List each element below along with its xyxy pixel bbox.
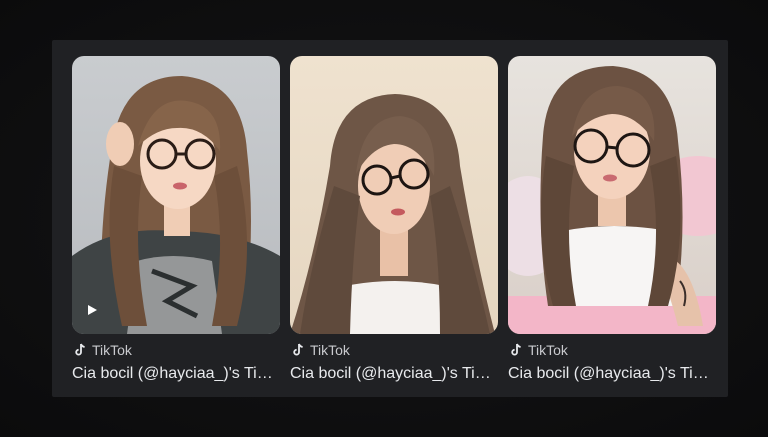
- tiktok-icon: [290, 342, 306, 358]
- result-card[interactable]: TikTok Cia bocil (@hayciaa_)'s TikTok: [508, 56, 716, 386]
- source-label: TikTok: [92, 342, 132, 358]
- photo-girl-glasses-white-top: [290, 56, 498, 334]
- photo-girl-glasses-bedroom: [508, 56, 716, 334]
- result-source: TikTok: [508, 342, 716, 358]
- result-title-link[interactable]: Cia bocil (@hayciaa_)'s TikTok: [290, 365, 495, 383]
- result-thumbnail[interactable]: [72, 56, 280, 334]
- image-results-panel: TikTok Cia bocil (@hayciaa_)'s TikTok Ti…: [52, 40, 728, 397]
- result-source: TikTok: [72, 342, 280, 358]
- tiktok-icon: [508, 342, 524, 358]
- source-label: TikTok: [310, 342, 350, 358]
- tiktok-icon: [72, 342, 88, 358]
- play-icon: [88, 305, 97, 315]
- result-title-link[interactable]: Cia bocil (@hayciaa_)'s TikTok: [72, 365, 277, 383]
- page: TikTok Cia bocil (@hayciaa_)'s TikTok Ti…: [0, 0, 768, 437]
- photo-girl-glasses-gray-shirt: [72, 56, 280, 334]
- result-card[interactable]: TikTok Cia bocil (@hayciaa_)'s TikTok: [72, 56, 280, 386]
- result-thumbnail[interactable]: [508, 56, 716, 334]
- result-card[interactable]: TikTok Cia bocil (@hayciaa_)'s TikTok: [290, 56, 498, 386]
- result-title-link[interactable]: Cia bocil (@hayciaa_)'s TikTok: [508, 365, 713, 383]
- result-thumbnail[interactable]: [290, 56, 498, 334]
- result-source: TikTok: [290, 342, 498, 358]
- source-label: TikTok: [528, 342, 568, 358]
